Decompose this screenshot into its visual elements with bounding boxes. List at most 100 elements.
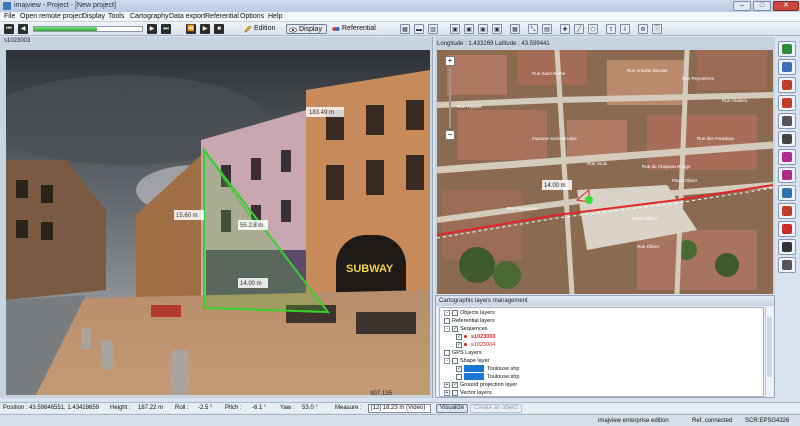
layer-row[interactable]: Toulouse.shp xyxy=(456,373,519,381)
measure-select[interactable]: [12] 18.23 m (Video) xyxy=(368,404,431,413)
roll-label: Roll : xyxy=(175,405,189,411)
photo-view-icon[interactable]: ▦ xyxy=(400,24,410,34)
polygon-tool-icon[interactable]: ⬠ xyxy=(588,24,598,34)
layer-row[interactable]: + Vector layers xyxy=(444,389,492,396)
layer-row[interactable]: - Shape layer xyxy=(444,357,489,365)
layers-button[interactable] xyxy=(778,59,796,75)
street-label: Rue Peyrolières xyxy=(682,76,715,81)
expand-toggle[interactable]: - xyxy=(444,325,450,332)
layers-scrollbar[interactable] xyxy=(765,307,773,397)
split-view-icon[interactable]: ▥ xyxy=(428,24,438,34)
pen-button[interactable] xyxy=(778,257,796,273)
close-button[interactable]: ✕ xyxy=(773,1,799,11)
layer-row[interactable]: - Objects layers xyxy=(444,309,495,317)
layer-label: Ground projection layer xyxy=(460,382,518,388)
visualize-button[interactable]: Visualize xyxy=(436,404,468,413)
position-value: 43.59846551, 1.43428659 xyxy=(29,405,100,411)
layer-checkbox[interactable] xyxy=(452,381,458,388)
create-object-button[interactable]: Create an object xyxy=(470,404,523,413)
video-button[interactable] xyxy=(778,95,796,111)
layer-row[interactable]: Referential layers xyxy=(444,317,495,325)
layout-2-icon[interactable]: ▣ xyxy=(464,24,474,34)
expand-toggle[interactable]: + xyxy=(444,381,450,388)
play-icon[interactable]: ▶ xyxy=(200,24,210,34)
display-mode-button[interactable]: Display xyxy=(286,24,327,34)
layer-checkbox[interactable] xyxy=(452,325,458,332)
layer-row[interactable]: s1023004 xyxy=(456,341,495,349)
menu-tools[interactable]: Tools xyxy=(108,13,124,20)
layer-row[interactable]: GPS Layers xyxy=(444,349,482,357)
menu-display[interactable]: Display xyxy=(82,13,105,20)
settings-icon[interactable]: ⚙ xyxy=(638,24,648,34)
layer-checkbox[interactable] xyxy=(456,373,462,380)
menu-data-export[interactable]: Data export xyxy=(169,13,205,20)
route-button[interactable] xyxy=(778,77,796,93)
globe-button[interactable] xyxy=(778,185,796,201)
layer-checkbox[interactable] xyxy=(452,309,458,316)
scrollbar-thumb[interactable] xyxy=(767,317,772,377)
map-zoom-in-button[interactable]: + xyxy=(445,56,455,66)
pin-button[interactable] xyxy=(778,203,796,219)
export-icon[interactable]: ⇪ xyxy=(606,24,616,34)
layer-checkbox[interactable] xyxy=(444,349,450,356)
referential-mode-button[interactable]: Referential xyxy=(330,24,380,34)
menu-cartography[interactable]: Cartography xyxy=(130,13,169,20)
layer-checkbox[interactable] xyxy=(456,365,462,372)
rewind-icon[interactable]: ⏪ xyxy=(186,24,196,34)
first-frame-icon[interactable]: ⏮ xyxy=(4,24,14,34)
menu-file[interactable]: File xyxy=(4,13,15,20)
stop-icon[interactable]: ■ xyxy=(214,24,224,34)
edition-mode-button[interactable]: Edition xyxy=(242,24,279,34)
aerial-map[interactable]: 14.00 m Rue Saint-Rome Rue Antoine Bouvi… xyxy=(437,50,773,294)
playback-progress[interactable] xyxy=(33,26,143,32)
layer-row[interactable]: s1023003 xyxy=(456,333,495,341)
layer-checkbox[interactable] xyxy=(452,389,458,396)
layout-3-icon[interactable]: ▣ xyxy=(478,24,488,34)
layer-checkbox[interactable] xyxy=(444,317,450,324)
map-tool-icon[interactable]: ▤ xyxy=(542,24,552,34)
layer-row[interactable]: - Sequences xyxy=(444,325,488,333)
zoom-out-button[interactable] xyxy=(778,167,796,183)
ruler-button[interactable] xyxy=(778,239,796,255)
camera-icon xyxy=(782,134,792,144)
chart-icon xyxy=(782,44,792,54)
zoom-in-button[interactable] xyxy=(778,149,796,165)
menu-options[interactable]: Options xyxy=(240,13,264,20)
street-photo[interactable]: SUBWAY 183.49 m 15.60 m 55.2.8 m 14.00 m xyxy=(6,50,430,395)
map-zoom-slider[interactable] xyxy=(449,68,451,128)
previous-frame-icon[interactable]: ◀ xyxy=(18,24,28,34)
expand-toggle[interactable]: - xyxy=(444,309,450,316)
line-tool-icon[interactable]: ╱ xyxy=(574,24,584,34)
minimize-button[interactable]: – xyxy=(733,1,751,11)
expand-toggle[interactable]: + xyxy=(444,389,450,396)
menu-bar: File Open remote project Display Tools C… xyxy=(0,12,800,22)
help-button[interactable] xyxy=(778,221,796,237)
display-label: Display xyxy=(299,26,322,33)
last-frame-icon[interactable]: ⏭ xyxy=(161,24,171,34)
chart-button[interactable] xyxy=(778,41,796,57)
layout-4-icon[interactable]: ▣ xyxy=(492,24,502,34)
layout-1-icon[interactable]: ▣ xyxy=(450,24,460,34)
next-frame-icon[interactable]: ▶ xyxy=(147,24,157,34)
maximize-button[interactable]: □ xyxy=(753,1,771,11)
grid-icon[interactable]: ▦ xyxy=(510,24,520,34)
import-icon[interactable]: ⇩ xyxy=(620,24,630,34)
layer-row[interactable]: + Ground projection layer xyxy=(444,381,517,389)
camera-button[interactable] xyxy=(778,131,796,147)
map-zoom-out-button[interactable]: − xyxy=(445,130,455,140)
measure-tool-icon[interactable]: ⤡ xyxy=(528,24,538,34)
info-icon[interactable]: ⓘ xyxy=(652,24,662,34)
street-label: Place Olivier xyxy=(632,216,658,221)
expand-toggle[interactable]: - xyxy=(444,357,450,364)
layer-checkbox[interactable] xyxy=(456,333,462,340)
layer-checkbox[interactable] xyxy=(452,357,458,364)
menu-open-remote-project[interactable]: Open remote project xyxy=(20,13,84,20)
point-tool-icon[interactable]: ✚ xyxy=(560,24,570,34)
ruler-icon xyxy=(782,242,792,252)
menu-help[interactable]: Help xyxy=(268,13,282,20)
snapshot-button[interactable] xyxy=(778,113,796,129)
layer-checkbox[interactable] xyxy=(456,341,462,348)
layer-row[interactable]: Toulouse.shp xyxy=(456,365,519,373)
menu-referential[interactable]: Referential xyxy=(205,13,239,20)
panorama-view-icon[interactable]: ▬ xyxy=(414,24,424,34)
